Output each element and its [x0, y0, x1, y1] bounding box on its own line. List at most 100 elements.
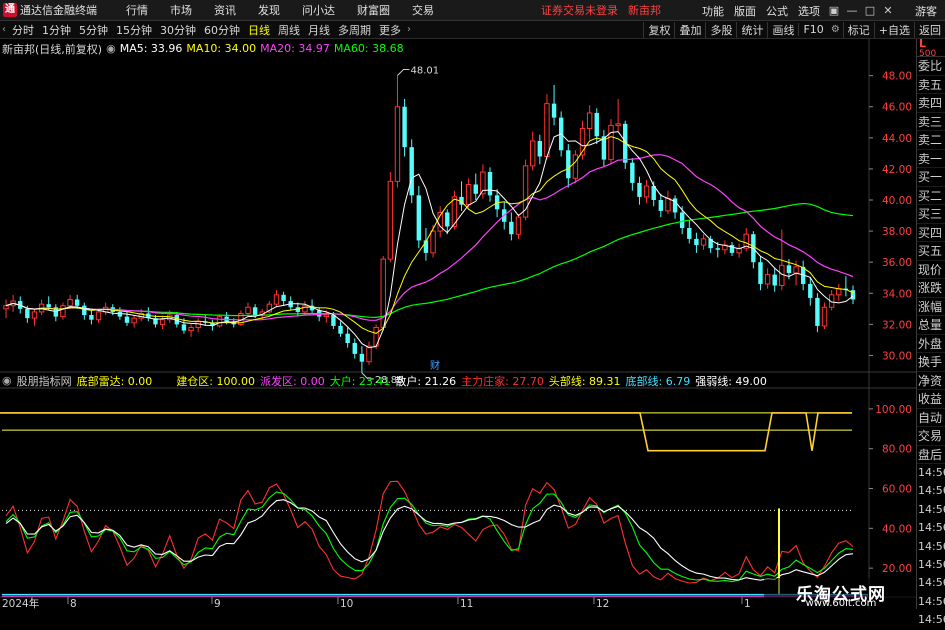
settings-icon[interactable]: ⚙ [828, 24, 843, 35]
tick-time: 14:56 [918, 539, 945, 553]
period-toolbar: ‹ 分时 1分钟 5分钟 15分钟 30分钟 60分钟 日线 周线 月线 多周期… [0, 21, 945, 39]
draw-line-button[interactable]: 画线 [767, 21, 798, 38]
quote-field-label[interactable]: 涨跌 [917, 279, 945, 298]
menu-item-quotes[interactable]: 行情 [115, 2, 159, 18]
menu-item-options[interactable]: 选项 [793, 3, 825, 19]
multi-stock-button[interactable]: 多股 [705, 21, 736, 38]
quote-field-label[interactable]: 净资 [917, 372, 945, 390]
legend-dot-icon[interactable]: ◉ [106, 42, 116, 55]
quote-field-label[interactable]: 买四 [917, 224, 945, 242]
candle-body [594, 112, 599, 137]
legend-build-zone: 建仓区: 100.00 [176, 374, 256, 388]
period-multi[interactable]: 多周期 [334, 22, 375, 38]
guest-user[interactable]: 游客 [915, 3, 937, 19]
menu-item-news[interactable]: 资讯 [203, 2, 247, 18]
candle-body [345, 333, 350, 344]
maximize-icon[interactable]: □ [862, 4, 878, 18]
period-monthly[interactable]: 月线 [304, 22, 334, 38]
candlestick-series [3, 75, 856, 373]
quote-field-label[interactable]: 买三 [917, 205, 945, 224]
quote-field-label[interactable]: 买二 [917, 187, 945, 205]
period-1min[interactable]: 1分钟 [38, 22, 75, 38]
candle-body [273, 294, 280, 305]
quote-field-label[interactable]: 收益 [917, 390, 945, 409]
period-weekly[interactable]: 周线 [274, 22, 304, 38]
quote-field-label[interactable]: 卖一 [917, 150, 945, 168]
period-more[interactable]: 更多 [375, 22, 405, 38]
adjust-button[interactable]: 复权 [643, 21, 674, 38]
period-tick[interactable]: 分时 [8, 22, 38, 38]
period-15min[interactable]: 15分钟 [112, 22, 156, 38]
quote-field-label[interactable]: 卖四 [917, 94, 945, 113]
menu-item-function[interactable]: 功能 [697, 3, 729, 19]
legend-main-force: 主力庄家: 27.70 [461, 374, 544, 388]
app-title: 通达信金融终端 [20, 4, 97, 17]
candle-body [630, 162, 635, 183]
login-warning[interactable]: 证券交易未登录 [541, 2, 618, 18]
indicator-name[interactable]: 股朋指标网 [17, 373, 72, 389]
quote-field-label[interactable]: 交易 [917, 427, 945, 446]
quote-field-label[interactable]: 卖五 [917, 76, 945, 94]
more-chevron-icon[interactable]: › [405, 24, 413, 35]
menu-item-layout[interactable]: 版面 [729, 3, 761, 19]
period-30min[interactable]: 30分钟 [156, 22, 200, 38]
indicator-y-tick-label: 100.00 [875, 404, 912, 416]
candle-body [473, 184, 478, 194]
menu-item-wealth[interactable]: 财富圈 [346, 2, 401, 18]
period-60min[interactable]: 60分钟 [200, 22, 244, 38]
add-watchlist-button[interactable]: +自选 [873, 21, 914, 38]
quote-field-label[interactable]: 买五 [917, 242, 945, 261]
menu-item-discover[interactable]: 发现 [247, 2, 291, 18]
quote-field-label[interactable]: 现价 [917, 261, 945, 279]
quote-field-label[interactable]: 自动 [917, 409, 945, 427]
mark-button[interactable]: 标记 [842, 21, 874, 38]
main-chart-legend: 新亩邦(日线,前复权) ◉ MA5: 33.96 MA10: 34.00 MA2… [2, 41, 408, 56]
overlay-button[interactable]: 叠加 [674, 21, 705, 38]
y-tick-label: 34.00 [882, 288, 912, 300]
candle-body [758, 262, 763, 284]
candle-body [366, 345, 372, 363]
candle-body [181, 324, 187, 331]
menu-item-formula[interactable]: 公式 [761, 3, 793, 19]
quote-field-label[interactable]: 盘后 [917, 446, 945, 464]
nav-back-icon[interactable]: ‹ [0, 24, 8, 35]
y-tick-label: 32.00 [882, 319, 912, 331]
quote-field-label[interactable]: 总量 [917, 316, 945, 335]
close-icon[interactable]: ✕ [880, 4, 896, 18]
candle-body [637, 182, 642, 197]
menu-item-ask[interactable]: 问小达 [291, 2, 346, 18]
legend-big-holder: 大户: 23.41 [329, 374, 391, 388]
menu-right: 功能 版面 公式 选项 ▣ — □ ✕ 游客 [697, 0, 945, 21]
candle-body [31, 311, 38, 319]
menu-item-market[interactable]: 市场 [159, 2, 203, 18]
stats-button[interactable]: 统计 [736, 21, 767, 38]
f10-button[interactable]: F10 [798, 23, 827, 36]
quote-field-label[interactable]: 外盘 [917, 335, 945, 353]
quote-field-label[interactable]: 卖二 [917, 131, 945, 150]
quote-field-label[interactable]: 委比 [917, 57, 945, 76]
x-tick-label: 9 [214, 598, 221, 609]
return-button[interactable]: 返回 [914, 21, 945, 38]
ma10-line [5, 136, 854, 334]
period-5min[interactable]: 5分钟 [75, 22, 112, 38]
legend-ma10: MA10: 34.00 [186, 42, 257, 55]
candle-body [615, 123, 621, 126]
candle-body [216, 316, 223, 327]
legend-strength-line: 强弱线: 49.00 [695, 374, 767, 388]
stock-chart[interactable]: 48.00 46.00 44.00 42.00 40.00 38.00 36.00 34.00… [0, 39, 916, 609]
quote-field-label[interactable]: 买一 [917, 168, 945, 187]
quote-field-list: 委比 卖五 卖四 卖三 卖二 卖一 买一 买二 买三 买四 买五 现价 涨跌 涨幅 总量 外盘 换手 净资 收益 自动… [917, 57, 945, 464]
candle-body [245, 306, 251, 314]
quote-field-label[interactable]: 卖三 [917, 113, 945, 131]
quote-field-label[interactable]: 换手 [917, 353, 945, 372]
minimize-icon[interactable]: — [844, 4, 860, 18]
level-indicator[interactable]: L 500 [917, 38, 945, 59]
period-daily[interactable]: 日线 [244, 22, 274, 38]
legend-dot-icon[interactable]: ◉ [2, 374, 12, 387]
tick-time: 14:56 [918, 466, 945, 479]
y-tick-label: 48.00 [882, 71, 912, 83]
y-tick-label: 40.00 [882, 195, 912, 207]
quote-field-label[interactable]: 涨幅 [917, 298, 945, 316]
menu-item-trade[interactable]: 交易 [401, 2, 445, 18]
skin-icon[interactable]: ▣ [826, 4, 842, 18]
